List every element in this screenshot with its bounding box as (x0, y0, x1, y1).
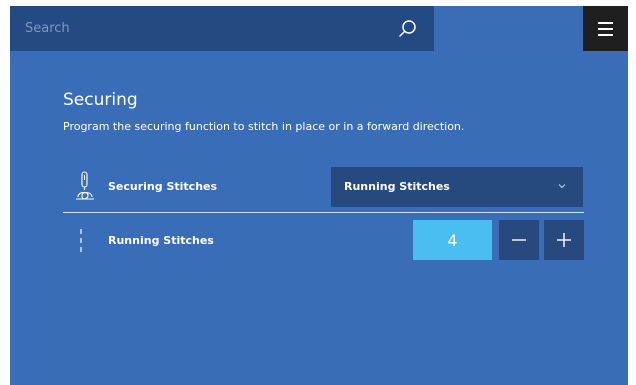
running-stitches-label: Running Stitches (108, 234, 214, 247)
search-icon (399, 20, 416, 37)
top-bar (10, 6, 628, 51)
page-description: Program the securing function to stitch … (63, 120, 465, 133)
search-input[interactable] (10, 6, 390, 51)
securing-stitches-label: Securing Stitches (108, 180, 218, 193)
chevron-down-icon (558, 184, 566, 189)
securing-stitches-value: Running Stitches (344, 180, 450, 193)
securing-stitches-dropdown[interactable]: Running Stitches (331, 167, 583, 207)
hamburger-menu-icon (598, 22, 613, 24)
increase-button[interactable] (544, 220, 584, 260)
menu-button[interactable] (583, 6, 628, 51)
row-divider (63, 212, 584, 213)
plus-icon (557, 233, 571, 247)
search-bar (10, 6, 434, 51)
running-stitches-value[interactable]: 4 (413, 220, 492, 260)
app-screen: Securing Program the securing function t… (10, 6, 628, 385)
search-button[interactable] (395, 16, 421, 42)
dashed-line-icon (80, 229, 82, 252)
needle-knot-icon (76, 171, 94, 200)
page-title: Securing (63, 90, 138, 110)
minus-icon (512, 239, 526, 241)
decrease-button[interactable] (499, 220, 539, 260)
